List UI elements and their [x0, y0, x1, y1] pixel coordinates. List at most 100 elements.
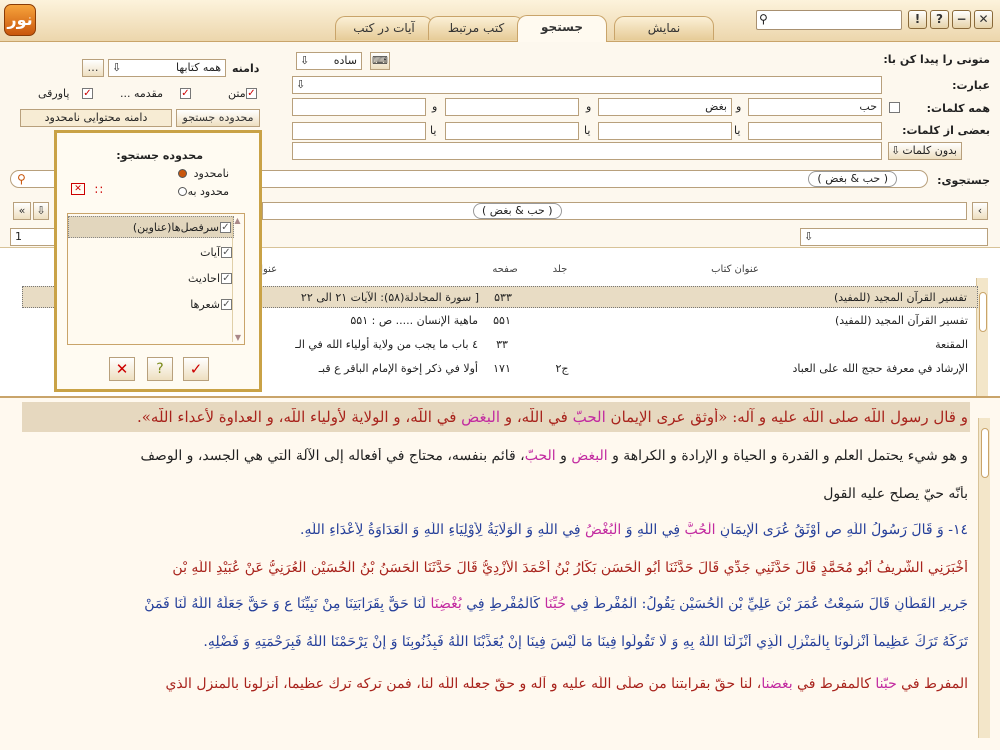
minimize-button[interactable]: −	[952, 10, 971, 29]
quick-search-input[interactable]: ⚲	[756, 10, 902, 30]
scroll-thumb[interactable]	[978, 292, 987, 332]
result-query-field: ( حب & بغض )	[262, 202, 967, 220]
text-span: لَنَا حَقٌّ بِقَرَابَتِنَا مِنْ نَبِيِّن…	[144, 596, 431, 612]
para-isnad-line2: جَرِيرٍ الْقَطَّانِ قَالَ سَمِعْتُ عُمَر…	[18, 596, 968, 612]
scope-item-poems[interactable]: شعرها ✓	[68, 294, 234, 316]
tab-search[interactable]: جستجو	[517, 15, 607, 42]
all-words-input-3[interactable]	[445, 98, 579, 116]
scope-item-label: شعرها	[190, 298, 220, 311]
confirm-button[interactable]: ✓	[183, 357, 209, 381]
row-page: ۳۳	[496, 338, 508, 351]
forward-icon[interactable]: ‹	[972, 202, 988, 220]
chevron-down-icon[interactable]: ⇩	[33, 202, 49, 220]
scope-item-label: سرفصل‌ها(عناوین)	[132, 221, 219, 234]
or-label: یا	[584, 124, 591, 137]
chevron-down-icon: ⇩	[300, 54, 310, 67]
scope-item-headings[interactable]: سرفصل‌ها(عناوین) ✓	[68, 216, 234, 238]
scope-item-checkbox[interactable]: ✓	[220, 222, 231, 233]
without-words-input[interactable]	[292, 142, 882, 160]
row-book: تفسير القرآن المجيد (للمفيد)	[833, 291, 967, 304]
scope-item-ayat[interactable]: آیات ✓	[68, 242, 234, 264]
para-text-line1: و هو شيء يحتمل العلم و القدرة و الحياة و…	[18, 448, 968, 464]
without-words-label: بدون کلمات	[902, 144, 957, 157]
row-title: [ سورة المجادلة(۵۸): الآيات ۲۱ الى ۲۲	[300, 291, 479, 304]
chevron-down-icon: ⇩	[804, 230, 814, 243]
match-span: بغضنا	[761, 676, 793, 692]
chevron-down-icon: ⇩	[891, 144, 901, 157]
header-page[interactable]: صفحه	[480, 258, 530, 282]
all-words-label: همه کلمات:	[926, 102, 990, 115]
search-icon[interactable]: ⚲	[759, 12, 768, 26]
scope-item-checkbox[interactable]: ✓	[221, 273, 232, 284]
scroll-thumb[interactable]	[980, 428, 989, 478]
unlimited-radio[interactable]	[178, 169, 187, 178]
all-words-input-4[interactable]	[292, 98, 426, 116]
row-page: ۵۵۱	[493, 314, 511, 327]
scope-item-hadith[interactable]: احادیث ✓	[68, 268, 234, 290]
all-words-input-2[interactable]: بغض	[598, 98, 732, 116]
some-words-input-1[interactable]	[748, 122, 882, 140]
para-hadith-14: ١٤- وَ قَالَ رَسُولُ اللَّهِ ص أَوْثَقُ …	[18, 522, 968, 538]
text-span: و	[555, 448, 572, 464]
search-scope-button[interactable]: محدوده جستجو	[176, 109, 260, 127]
limited-to-label: محدود به	[187, 185, 229, 198]
domain-label: دامنه	[232, 62, 260, 75]
and-label: و	[586, 100, 592, 113]
text-span: جَرِيرٍ الْقَطَّانِ قَالَ سَمِعْتُ عُمَر…	[565, 596, 968, 612]
text-view: و قال رسول اللّه صلى اللّه عليه و آله: «…	[0, 396, 1000, 750]
scroll-up-icon[interactable]: ▲	[233, 216, 242, 225]
all-words-checkbox[interactable]	[889, 102, 900, 113]
header-volume[interactable]: جلد	[530, 258, 590, 282]
text-scrollbar[interactable]	[978, 418, 990, 738]
footnote-checkbox[interactable]: ✓	[82, 88, 93, 99]
sort-select[interactable]: ⇩	[800, 228, 988, 246]
tab-ayat-in-books[interactable]: آیات در کتب	[335, 16, 433, 40]
intro-checkbox[interactable]: ✓	[180, 88, 191, 99]
without-words-select[interactable]: بدون کلمات ⇩	[888, 142, 962, 160]
row-page: ۱۷۱	[493, 362, 511, 375]
search-mode-select[interactable]: ساده ⇩	[296, 52, 362, 70]
phrase-input[interactable]: ⇩	[292, 76, 882, 94]
chevron-down-icon: ⇩	[296, 78, 306, 91]
scope-item-checkbox[interactable]: ✓	[221, 247, 232, 258]
and-label: و	[736, 100, 742, 113]
limited-radio[interactable]	[178, 187, 187, 196]
some-words-input-2[interactable]	[598, 122, 732, 140]
back-icon[interactable]: «	[13, 202, 31, 220]
or-label: یا	[734, 124, 741, 137]
cancel-button[interactable]: ✕	[109, 357, 135, 381]
more-options-button[interactable]: …	[82, 59, 104, 77]
deselect-all-icon[interactable]: ✕	[71, 183, 85, 195]
match-span: الْبُغْضُ	[585, 522, 622, 538]
query-text: ( حب & بغض )	[808, 171, 897, 187]
tab-display[interactable]: نمایش	[614, 16, 714, 40]
match-span: بُغْضِنَا	[430, 596, 462, 612]
para-hadith-1: و قال رسول اللّه صلى اللّه عليه و آله: «…	[18, 408, 968, 426]
text-span: و هو شيء يحتمل العلم و القدرة و الحياة و…	[607, 448, 968, 464]
page-input[interactable]: 1	[10, 228, 60, 246]
domain-select[interactable]: همه کتابها ⇩	[108, 59, 226, 77]
magnifier-icon[interactable]: ⚲	[17, 171, 26, 187]
text-span: ، لنا حقّ بقرابتنا من صلّى اللّه عليه و …	[165, 676, 762, 692]
info-button[interactable]: !	[908, 10, 927, 29]
some-words-input-3[interactable]	[445, 122, 579, 140]
scroll-down-icon[interactable]: ▼	[233, 333, 243, 342]
tab-related-books[interactable]: کتب مرتبط	[428, 16, 524, 40]
text-checkbox[interactable]: ✓	[246, 88, 257, 99]
select-all-icon[interactable]: ∷	[95, 183, 103, 197]
close-button[interactable]: ✕	[974, 10, 993, 29]
scope-list-scrollbar[interactable]: ▲ ▼	[232, 216, 242, 342]
keyboard-icon[interactable]: ⌨	[370, 52, 390, 70]
help-button[interactable]: ?	[930, 10, 949, 29]
all-words-input-1[interactable]: حب	[748, 98, 882, 116]
text-option-label: متن	[228, 87, 246, 100]
text-span: كَالْمُفْرِطِ فِي	[461, 596, 545, 612]
match-span: حبّنا	[875, 676, 897, 692]
domain-value: همه کتابها	[176, 61, 221, 74]
app-window: نور آیات در کتب کتب مرتبط جستجو نمایش ⚲ …	[0, 0, 1000, 750]
scope-item-checkbox[interactable]: ✓	[221, 299, 232, 310]
header-book[interactable]: عنوان کتاب	[590, 258, 880, 282]
help-icon[interactable]: ?	[147, 357, 173, 381]
some-words-input-4[interactable]	[292, 122, 426, 140]
footnote-option-label: پاورقی	[38, 87, 70, 100]
